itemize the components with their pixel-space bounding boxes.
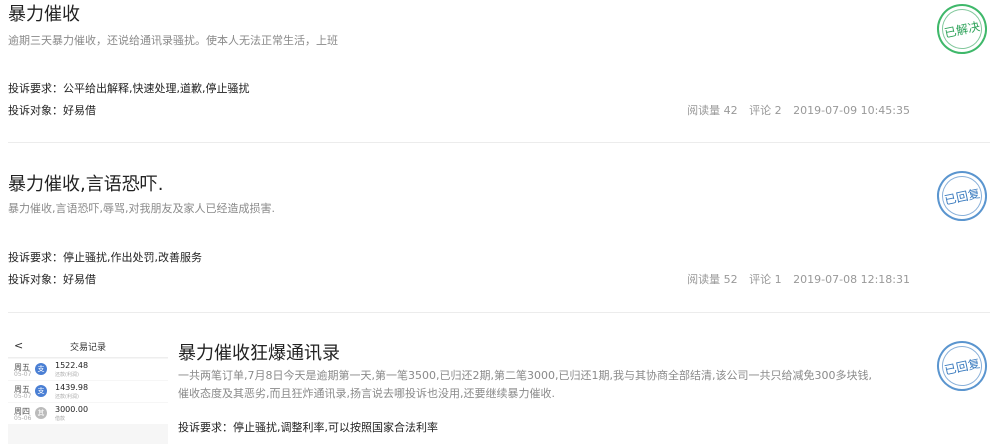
timestamp: 2019-07-09 10:45:35 xyxy=(793,104,910,117)
replied-stamp: 已回复 xyxy=(932,166,992,226)
complaint-meta: 阅读量 52 评论 1 2019-07-08 12:18:31 xyxy=(679,271,910,287)
timestamp: 2019-07-08 12:18:31 xyxy=(793,273,910,286)
complaint-item-1[interactable]: 暴力催收 逾期三天暴力催收，还说给通讯录骚扰。使本人无法正常生活，上班 投诉要求… xyxy=(0,0,993,143)
comment-count: 评论 2 xyxy=(749,104,782,117)
complaint-title[interactable]: 暴力催收,言语恐吓. xyxy=(8,170,163,196)
complaint-demand: 投诉要求：停止骚扰,作出处罚,改善服务 xyxy=(8,251,202,264)
complaint-title[interactable]: 暴力催收狂爆通讯录 xyxy=(178,339,340,365)
complaint-desc: 暴力催收,言语恐吓,辱骂,对我朋友及家人已经造成损害. xyxy=(8,202,275,215)
complaint-item-2[interactable]: 暴力催收,言语恐吓. 暴力催收,言语恐吓,辱骂,对我朋友及家人已经造成损害. 投… xyxy=(0,143,993,313)
complaint-demand: 投诉要求：停止骚扰,调整利率,可以按照国家合法利率 xyxy=(178,421,438,434)
complaint-title[interactable]: 暴力催收 xyxy=(8,0,80,26)
complaint-demand: 投诉要求：公平给出解释,快速处理,道歉,停止骚扰 xyxy=(8,82,250,95)
complaint-desc-line-1: 一共两笔订单,7月8日今天是逾期第一天,第一笔3500,已归还2期,第二笔300… xyxy=(178,369,872,382)
resolved-stamp: 已解决 xyxy=(932,0,992,59)
complaint-desc: 逾期三天暴力催收，还说给通讯录骚扰。使本人无法正常生活，上班 xyxy=(8,34,338,47)
read-count: 阅读量 42 xyxy=(687,104,738,117)
comment-count: 评论 1 xyxy=(749,273,782,286)
complaint-target: 投诉对象：好易借 xyxy=(8,104,96,117)
complaint-item-3[interactable]: 暴力催收狂爆通讯录 一共两笔订单,7月8日今天是逾期第一天,第一笔3500,已归… xyxy=(0,313,993,444)
complaint-desc-line-2: 催收态度及其恶劣,而且狂炸通讯录,扬言说去哪投诉也没用,还要继续暴力催收. xyxy=(178,387,555,400)
replied-stamp: 已回复 xyxy=(932,336,992,396)
read-count: 阅读量 52 xyxy=(687,273,738,286)
complaint-target: 投诉对象：好易借 xyxy=(8,273,96,286)
complaint-meta: 阅读量 42 评论 2 2019-07-09 10:45:35 xyxy=(679,102,910,118)
